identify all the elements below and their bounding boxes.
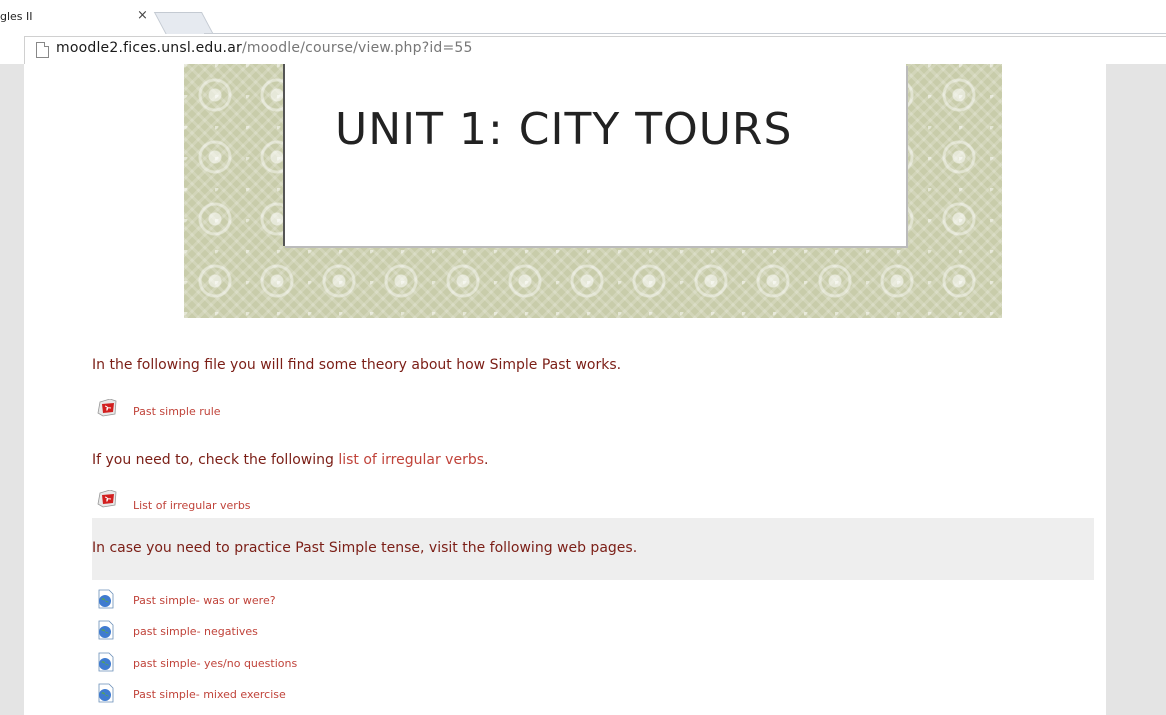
- intro-text: In the following file you will find some…: [92, 357, 622, 373]
- globe-icon: [98, 620, 114, 640]
- check-text: If you need to, check the following list…: [92, 452, 488, 468]
- check-suffix: .: [484, 452, 489, 468]
- globe-icon: [98, 652, 114, 672]
- pdf-icon: [97, 399, 117, 417]
- web-link[interactable]: past simple- negatives: [133, 625, 258, 638]
- url-path: /moodle/course/view.php?id=55: [241, 40, 473, 56]
- globe-icon: [98, 683, 114, 703]
- web-link[interactable]: Past simple- was or were?: [133, 594, 276, 607]
- past-simple-rule-link[interactable]: Past simple rule: [133, 405, 221, 418]
- practice-text: In case you need to practice Past Simple…: [92, 540, 638, 556]
- close-icon[interactable]: ×: [137, 8, 148, 23]
- globe-icon: [98, 589, 114, 609]
- tab-title[interactable]: gles II: [0, 10, 33, 23]
- url-host: moodle2.fices.unsl.edu.ar: [56, 40, 242, 56]
- web-link[interactable]: Past simple- mixed exercise: [133, 688, 286, 701]
- irregular-verbs-file-link[interactable]: List of irregular verbs: [133, 499, 251, 512]
- new-tab-button[interactable]: [153, 12, 215, 35]
- unit-title: UNIT 1: CITY TOURS: [335, 104, 793, 155]
- pdf-icon: [97, 490, 117, 508]
- browser-tab-bar: gles II ×: [0, 0, 1166, 35]
- irregular-verbs-inline-link[interactable]: list of irregular verbs: [338, 452, 484, 468]
- url-field[interactable]: moodle2.fices.unsl.edu.ar/moodle/course/…: [56, 40, 473, 56]
- banner-title-card: UNIT 1: CITY TOURS: [283, 64, 906, 246]
- web-link[interactable]: past simple- yes/no questions: [133, 657, 297, 670]
- page-icon: [36, 42, 49, 58]
- check-prefix: If you need to, check the following: [92, 452, 339, 468]
- browser-tab[interactable]: gles II ×: [0, 4, 160, 34]
